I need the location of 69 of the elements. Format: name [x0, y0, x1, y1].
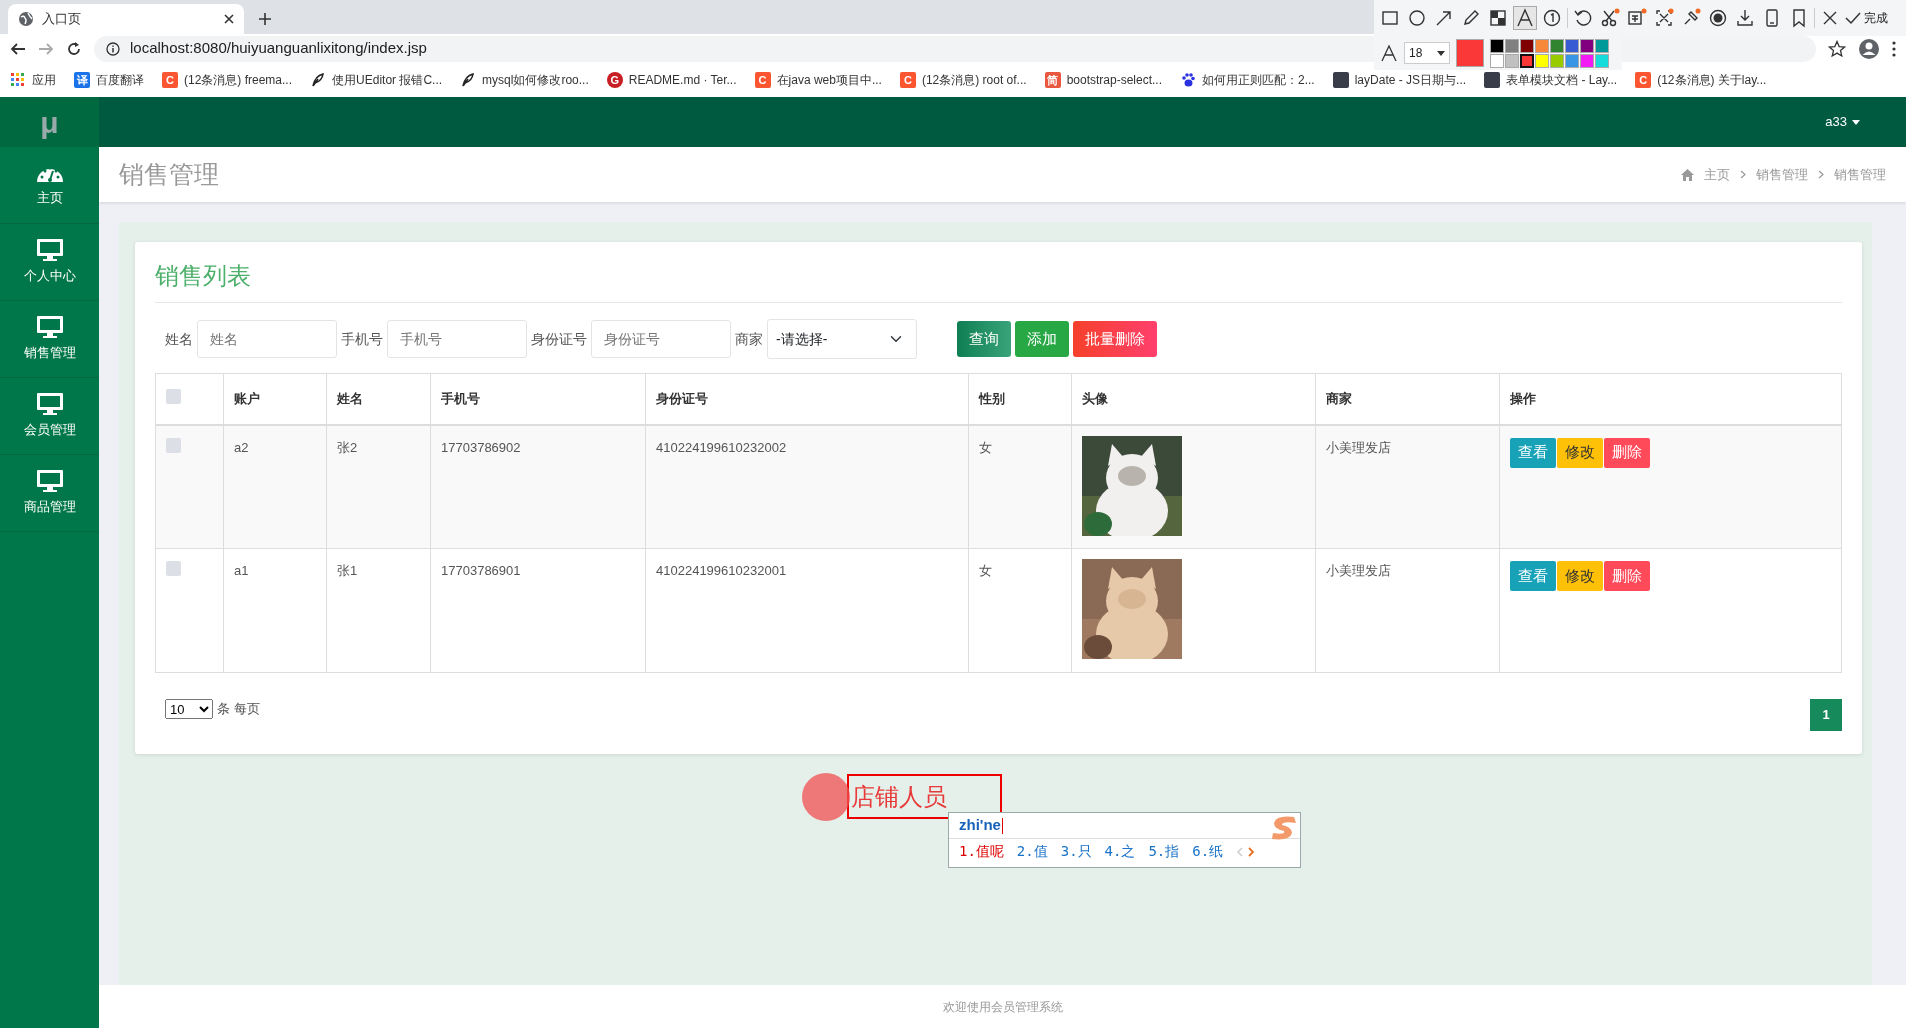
- card-title: 销售列表: [155, 258, 1842, 303]
- column-header: 操作: [1499, 373, 1842, 425]
- table-cell: a2: [223, 424, 327, 549]
- site-icon: C: [899, 72, 916, 88]
- merchant-select[interactable]: -请选择-: [767, 319, 917, 359]
- input-field[interactable]: 身份证号: [591, 320, 731, 358]
- table-cell: 张1: [326, 548, 431, 673]
- table-cell: 女: [968, 548, 1072, 673]
- table-cell: 410224199610232001: [645, 548, 969, 673]
- site-icon: C: [754, 72, 771, 88]
- table-cell: 张2: [326, 424, 431, 549]
- bookmark[interactable]: 使用UEditor 报错C...: [310, 71, 443, 89]
- table-cell: 17703786902: [430, 424, 646, 549]
- column-header: 商家: [1315, 373, 1500, 425]
- field-label: 姓名: [165, 329, 193, 349]
- table-cell: 410224199610232002: [645, 424, 969, 549]
- site-icon: 简: [1044, 72, 1061, 88]
- input-field[interactable]: 手机号: [387, 320, 527, 358]
- ime-candidate[interactable]: 3.只: [1060, 841, 1092, 862]
- table-cell: 女: [968, 424, 1072, 549]
- bookmark[interactable]: C 在java web项目中...: [754, 71, 882, 89]
- column-header: 性别: [968, 373, 1072, 425]
- ime-candidate[interactable]: 5.指: [1148, 841, 1180, 862]
- font-size-select[interactable]: 18: [1404, 42, 1450, 64]
- input-field[interactable]: 姓名: [197, 320, 337, 358]
- field-label: 商家: [735, 329, 763, 349]
- ime-candidate[interactable]: 4.之: [1104, 841, 1136, 862]
- bookmark[interactable]: G README.md · Ter...: [606, 71, 737, 89]
- bookmark[interactable]: 简 bootstrap-select...: [1044, 71, 1162, 89]
- bookmark[interactable]: 译 百度翻译: [74, 71, 144, 89]
- column-header: 手机号: [430, 373, 646, 425]
- bookmark[interactable]: 应用: [10, 71, 56, 89]
- page-title: 销售管理: [119, 158, 219, 190]
- footer-text: 欢迎使用会员管理系统: [942, 998, 1063, 1016]
- table-cell: a1: [223, 548, 327, 673]
- field-label: 身份证号: [531, 329, 587, 349]
- ime-candidate[interactable]: 1.值呢: [959, 841, 1004, 862]
- column-header: 姓名: [326, 373, 431, 425]
- bookmark[interactable]: 表单模块文档 - Lay...: [1484, 71, 1618, 89]
- column-header: 头像: [1071, 373, 1316, 425]
- table-cell: 17703786901: [430, 548, 646, 673]
- site-icon: 译: [74, 72, 90, 88]
- field-label: 手机号: [341, 329, 383, 349]
- browser-tab[interactable]: 入口页: [8, 4, 244, 34]
- column-header: 身份证号: [645, 373, 969, 425]
- page-button[interactable]: 1: [1810, 699, 1842, 731]
- page-size-label: 条 每页: [217, 700, 260, 719]
- table-cell: 小美理发店: [1315, 424, 1500, 549]
- bookmark[interactable]: mysql如何修改roo...: [460, 71, 589, 89]
- bookmark[interactable]: layDate - JS日期与...: [1332, 71, 1467, 89]
- bookmark[interactable]: C (12条消息) 关于lay...: [1635, 71, 1767, 89]
- edit-button[interactable]: 修改: [1557, 437, 1603, 468]
- bookmark[interactable]: C (12条消息) root of...: [899, 71, 1027, 89]
- edit-button[interactable]: 修改: [1557, 561, 1603, 591]
- site-icon: C: [1635, 72, 1652, 88]
- bookmark[interactable]: 如何用正则匹配：2...: [1180, 71, 1315, 89]
- search-button[interactable]: 查询: [957, 321, 1011, 357]
- user-menu[interactable]: a33: [1819, 111, 1866, 133]
- column-header: 账户: [223, 373, 327, 425]
- logo: μ: [0, 97, 99, 147]
- ime-candidate[interactable]: 6.纸: [1192, 841, 1224, 862]
- ime-candidate[interactable]: 2.值: [1016, 841, 1048, 862]
- page-size-select[interactable]: 10: [165, 699, 213, 719]
- site-icon: G: [606, 72, 623, 88]
- done-button[interactable]: 完成: [1845, 9, 1888, 27]
- bookmark[interactable]: C (12条消息) freema...: [162, 71, 293, 89]
- delete-button[interactable]: 批量删除: [1073, 321, 1157, 357]
- table-cell: 小美理发店: [1315, 548, 1500, 673]
- site-icon: C: [162, 72, 178, 88]
